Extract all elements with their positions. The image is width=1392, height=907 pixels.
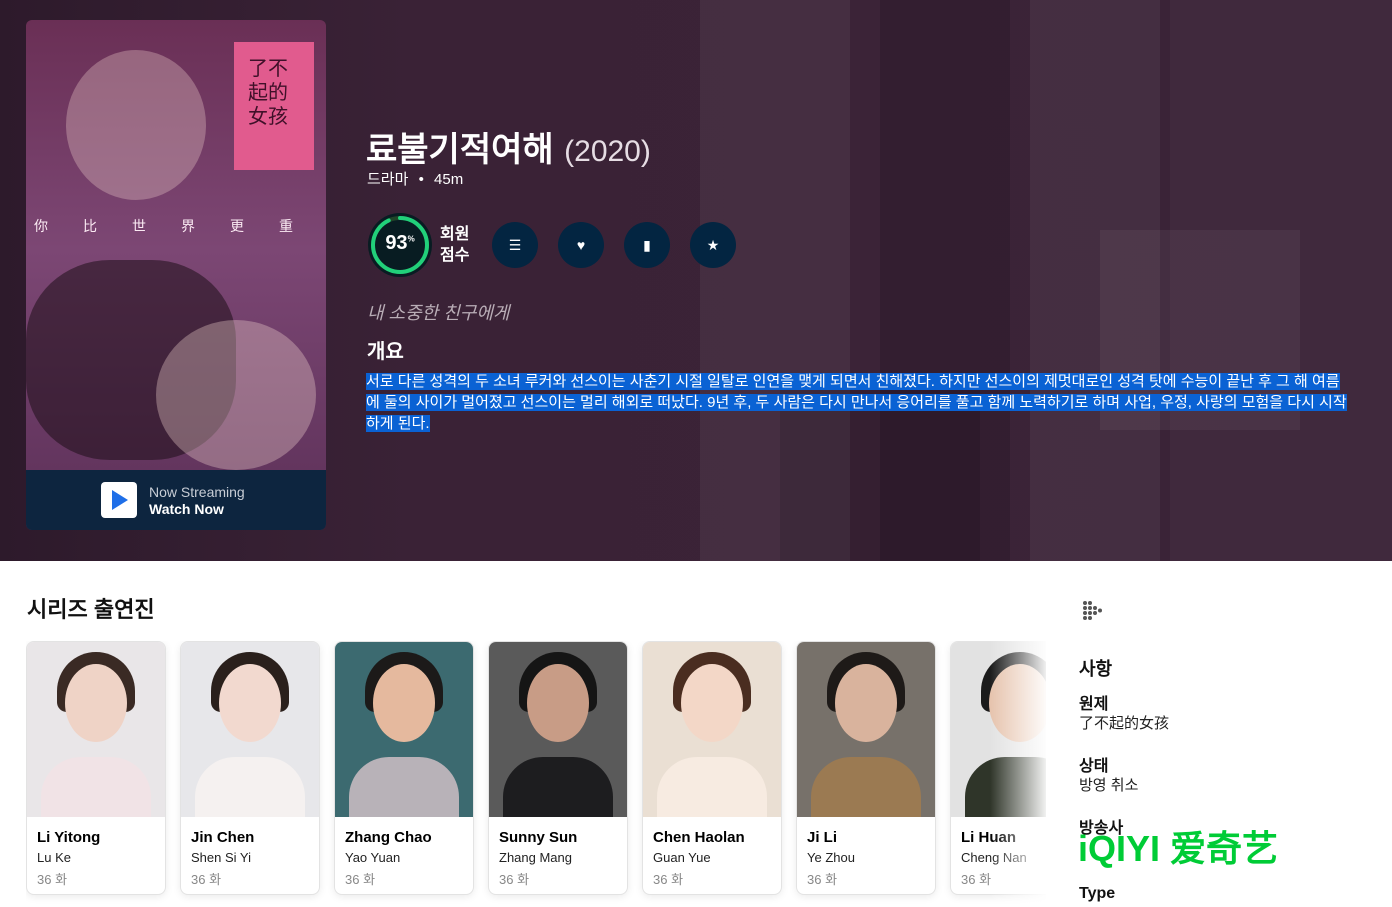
cast-episodes: 36 화 [37,872,68,887]
cast-character: Yao Yuan [345,850,401,865]
cast-card[interactable]: Ji Li Ye Zhou 36 화 [796,641,936,895]
play-logo-icon [101,482,137,518]
status-label: 상태 [1079,758,1109,775]
heart-icon: ♥ [576,237,586,253]
cast-photo[interactable] [489,642,627,817]
genre-link[interactable]: 드라마 [367,171,408,188]
facts-heading: 사항 [1079,659,1113,679]
add-to-list-button[interactable]: ☰ [492,222,538,268]
poster-tagline: 你比世界更重 [34,219,326,235]
cast-character: Zhang Mang [499,850,572,865]
cast-name[interactable]: Sunny Sun [499,829,577,846]
facts-line: 드라마 • 45m [367,168,463,189]
overview-text: 서로 다른 성격의 두 소녀 루커와 선스이는 사춘기 시절 일탈로 인연을 맺… [366,371,1351,434]
cast-card[interactable]: Jin Chen Shen Si Yi 36 화 [180,641,320,895]
score-label: 회원 점수 [440,226,470,264]
rate-button[interactable]: ★ [690,222,736,268]
cast-episodes: 36 화 [191,872,222,887]
cast-photo[interactable] [27,642,165,817]
cast-character: Lu Ke [37,850,71,865]
watch-now-link[interactable]: Watch Now [149,501,224,517]
now-streaming-label: Now Streaming [149,484,245,500]
cast-photo[interactable] [181,642,319,817]
scroll-fade [990,641,1050,907]
svg-text:iQIYI 爱奇艺: iQIYI 爱奇艺 [1078,829,1278,869]
bookmark-icon: ▮ [643,237,651,253]
hero-section: 了不起的女孩 你比世界更重 Now Streaming Watch Now 료불… [0,0,1392,561]
cast-name[interactable]: Zhang Chao [345,829,432,846]
title-row: 료불기적여해 (2020) [366,122,651,171]
cast-photo[interactable] [335,642,473,817]
cast-character: Shen Si Yi [191,850,251,865]
separator-dot: • [418,171,424,188]
cast-episodes: 36 화 [961,872,992,887]
page-title[interactable]: 료불기적여해 [366,131,554,169]
cast-card[interactable]: Zhang Chao Yao Yuan 36 화 [334,641,474,895]
poster[interactable]: 了不起的女孩 你比世界更重 Now Streaming Watch Now [26,20,326,530]
now-streaming-bar[interactable]: Now Streaming Watch Now [26,470,326,530]
user-score-chart[interactable]: 93% [368,213,432,277]
cast-episodes: 36 화 [807,872,838,887]
runtime: 45m [434,171,464,188]
status-value: 방영 취소 [1079,777,1139,794]
poster-title-text: 了不起的女孩 [248,56,288,128]
cast-photo[interactable] [643,642,781,817]
score-value: 93% [385,232,415,254]
cast-photo[interactable] [797,642,935,817]
original-title-label: 원제 [1079,696,1109,713]
network-logo[interactable]: iQIYI 爱奇艺 [1078,829,1278,869]
cast-name[interactable]: Ji Li [807,829,837,846]
cast-heading: 시리즈 출연진 [27,597,155,622]
cast-episodes: 36 화 [653,872,684,887]
watchlist-button[interactable]: ▮ [624,222,670,268]
type-label: Type [1079,885,1116,902]
overview-heading: 개요 [367,341,404,363]
cast-scroller[interactable]: Li Yitong Lu Ke 36 화 Jin Chen Shen Si Yi… [26,641,1046,907]
cast-name[interactable]: Li Yitong [37,829,100,846]
cast-card[interactable]: Li Yitong Lu Ke 36 화 [26,641,166,895]
poster-face [66,50,206,200]
original-title-value: 了不起的女孩 [1079,715,1170,732]
cast-card[interactable]: Sunny Sun Zhang Mang 36 화 [488,641,628,895]
list-icon: ☰ [508,237,522,253]
cast-episodes: 36 화 [345,872,376,887]
tagline: 내 소중한 친구에게 [367,303,510,323]
cast-episodes: 36 화 [499,872,530,887]
cast-card[interactable]: Chen Haolan Guan Yue 36 화 [642,641,782,895]
cast-character: Guan Yue [653,850,711,865]
favorite-button[interactable]: ♥ [558,222,604,268]
justwatch-icon[interactable] [1082,600,1104,620]
overview-selection: 서로 다른 성격의 두 소녀 루커와 선스이는 사춘기 시절 일탈로 인연을 맺… [366,373,1347,432]
cast-character: Ye Zhou [807,850,855,865]
cast-name[interactable]: Jin Chen [191,829,254,846]
cast-name[interactable]: Chen Haolan [653,829,745,846]
star-icon: ★ [706,237,720,253]
poster-face [156,320,316,470]
release-year: (2020) [564,135,651,168]
